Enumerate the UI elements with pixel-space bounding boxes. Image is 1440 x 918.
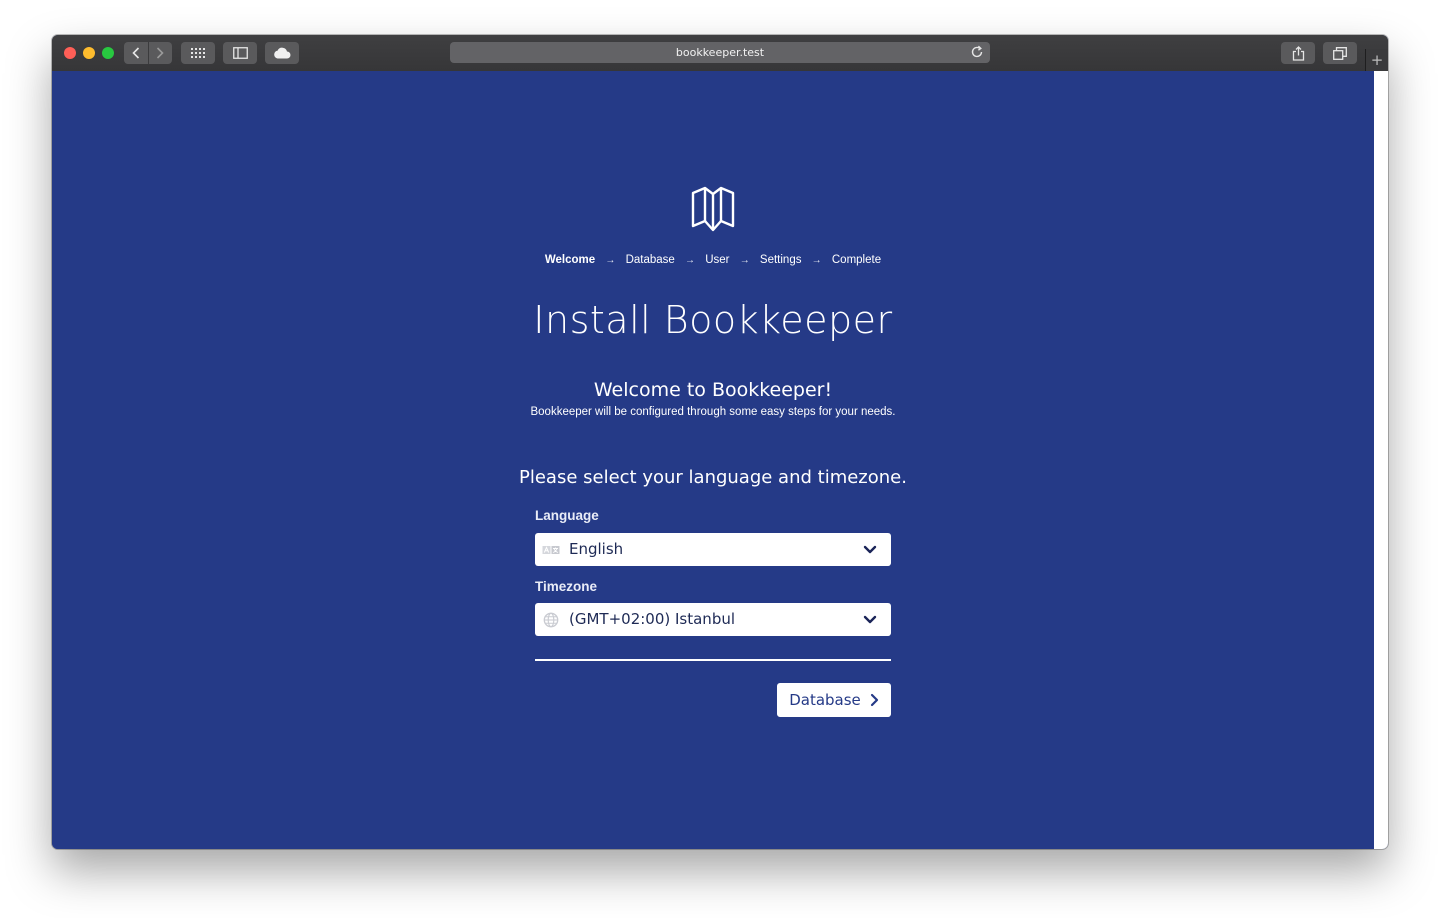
page-scroll-gutter [1374, 71, 1388, 849]
book-logo-icon [691, 186, 735, 232]
share-icon [1292, 45, 1304, 61]
language-selected-value: English [569, 540, 624, 558]
installer-steps-breadcrumb: Welcome → Database → User → Settings → C… [52, 254, 1374, 266]
tab-overview-button[interactable] [181, 42, 215, 64]
zoom-window-button[interactable] [102, 47, 114, 59]
timezone-selected-value: (GMT+02:00) Istanbul [569, 610, 736, 628]
page-title: Install Bookkeeper [533, 298, 893, 342]
forward-button[interactable] [147, 42, 173, 64]
address-bar[interactable]: bookkeeper.test [450, 42, 990, 63]
next-database-button[interactable]: Database [777, 683, 891, 717]
step-database: Database [625, 254, 675, 266]
page-content: Welcome → Database → User → Settings → C… [52, 71, 1374, 849]
chevron-right-icon [870, 693, 878, 707]
chevron-down-icon [863, 545, 877, 554]
timezone-label: Timezone [535, 579, 598, 594]
step-welcome: Welcome [544, 254, 596, 266]
icloud-tabs-button[interactable] [265, 42, 299, 64]
reload-icon[interactable] [970, 45, 984, 59]
close-window-button[interactable] [64, 47, 76, 59]
browser-toolbar: bookkeeper.test + [52, 35, 1388, 72]
form-divider [535, 659, 891, 661]
step-settings: Settings [759, 254, 802, 266]
arrow-right-icon: → [739, 255, 750, 266]
chevron-right-icon [157, 47, 164, 59]
language-timezone-prompt: Please select your language and timezone… [519, 467, 907, 488]
timezone-select[interactable]: (GMT+02:00) Istanbul [535, 603, 891, 636]
step-complete: Complete [831, 254, 882, 266]
cloud-icon [274, 47, 291, 59]
arrow-right-icon: → [605, 255, 616, 266]
next-button-label: Database [789, 691, 861, 709]
language-select[interactable]: English [535, 533, 891, 566]
share-button[interactable] [1281, 42, 1315, 64]
arrow-right-icon: → [811, 255, 822, 266]
url-text: bookkeeper.test [675, 46, 765, 59]
show-all-tabs-button[interactable] [1323, 42, 1357, 64]
welcome-heading: Welcome to Bookkeeper! [593, 379, 833, 401]
minimize-window-button[interactable] [83, 47, 95, 59]
sidebar-toggle-button[interactable] [223, 42, 257, 64]
welcome-description: Bookkeeper will be configured through so… [530, 406, 896, 418]
new-tab-button[interactable]: + [1365, 49, 1388, 71]
step-user: User [705, 254, 730, 266]
chevron-down-icon [863, 615, 877, 624]
globe-icon [543, 612, 559, 628]
back-button[interactable] [124, 42, 148, 64]
history-navigation [124, 42, 172, 64]
grid-icon [191, 48, 205, 58]
translate-icon [542, 546, 560, 554]
arrow-right-icon: → [685, 255, 696, 266]
browser-window: bookkeeper.test + Welcome → Database → U… [52, 35, 1388, 849]
tabs-icon [1333, 46, 1347, 60]
chevron-left-icon [132, 47, 139, 59]
sidebar-icon [232, 47, 248, 59]
language-label: Language [535, 508, 599, 523]
